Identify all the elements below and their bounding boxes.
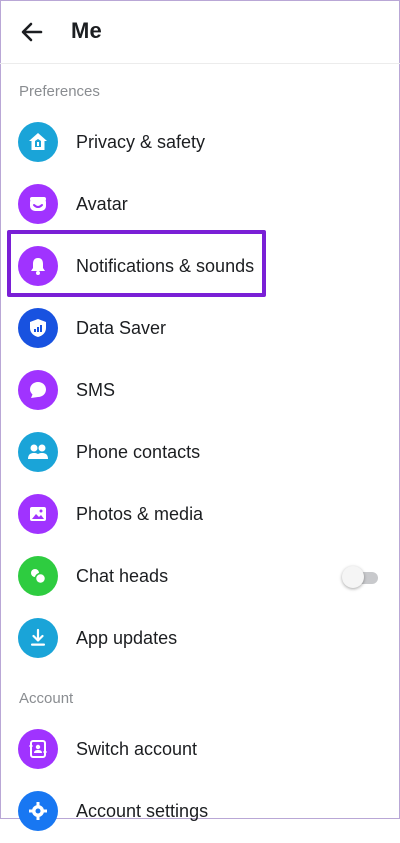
- menu-item-label: Switch account: [76, 739, 198, 759]
- menu-item-account-settings[interactable]: Account settings: [0, 781, 400, 843]
- arrow-left-icon: [21, 22, 43, 42]
- menu-item-chat-heads[interactable]: Chat heads: [0, 546, 400, 608]
- menu-item-label: Chat heads: [76, 566, 169, 586]
- download-icon: [18, 618, 58, 658]
- chat-heads-toggle[interactable]: [342, 566, 380, 588]
- menu-item-label: Photos & media: [76, 504, 204, 524]
- menu-item-label: Avatar: [76, 194, 128, 214]
- switch-account-icon: [18, 729, 58, 769]
- avatar-face-icon: [18, 184, 58, 224]
- menu-item-label: SMS: [76, 380, 116, 400]
- page-title: Me: [71, 18, 102, 43]
- chat-bubble-icon: [18, 370, 58, 410]
- top-app-bar: Me: [0, 0, 400, 64]
- photo-icon: [18, 494, 58, 534]
- bell-icon: [18, 246, 58, 286]
- back-button[interactable]: [14, 16, 50, 48]
- chat-heads-icon: [18, 556, 58, 596]
- menu-item-privacy-safety[interactable]: Privacy & safety: [0, 112, 400, 174]
- menu-item-sms[interactable]: SMS: [0, 360, 400, 422]
- section-label-preferences: Preferences: [19, 83, 100, 100]
- menu-item-data-saver[interactable]: Data Saver: [0, 298, 400, 360]
- menu-item-label: Notifications & sounds: [76, 256, 255, 276]
- section-label-account: Account: [19, 690, 74, 707]
- menu-item-photos-media[interactable]: Photos & media: [0, 484, 400, 546]
- menu-item-label: Data Saver: [76, 318, 167, 338]
- menu-item-label: App updates: [76, 628, 178, 648]
- menu-item-app-updates[interactable]: App updates: [0, 608, 400, 670]
- gear-icon: [18, 791, 58, 831]
- menu-item-label: Privacy & safety: [76, 132, 206, 152]
- toggle-knob: [342, 566, 364, 588]
- menu-item-phone-contacts[interactable]: Phone contacts: [0, 422, 400, 484]
- menu-item-avatar[interactable]: Avatar: [0, 174, 400, 236]
- menu-item-switch-account[interactable]: Switch account: [0, 719, 400, 781]
- house-shield-icon: [18, 122, 58, 162]
- menu-item-notifications-sounds[interactable]: Notifications & sounds: [0, 236, 400, 298]
- people-icon: [18, 432, 58, 472]
- menu-item-label: Phone contacts: [76, 442, 201, 462]
- signal-shield-icon: [18, 308, 58, 348]
